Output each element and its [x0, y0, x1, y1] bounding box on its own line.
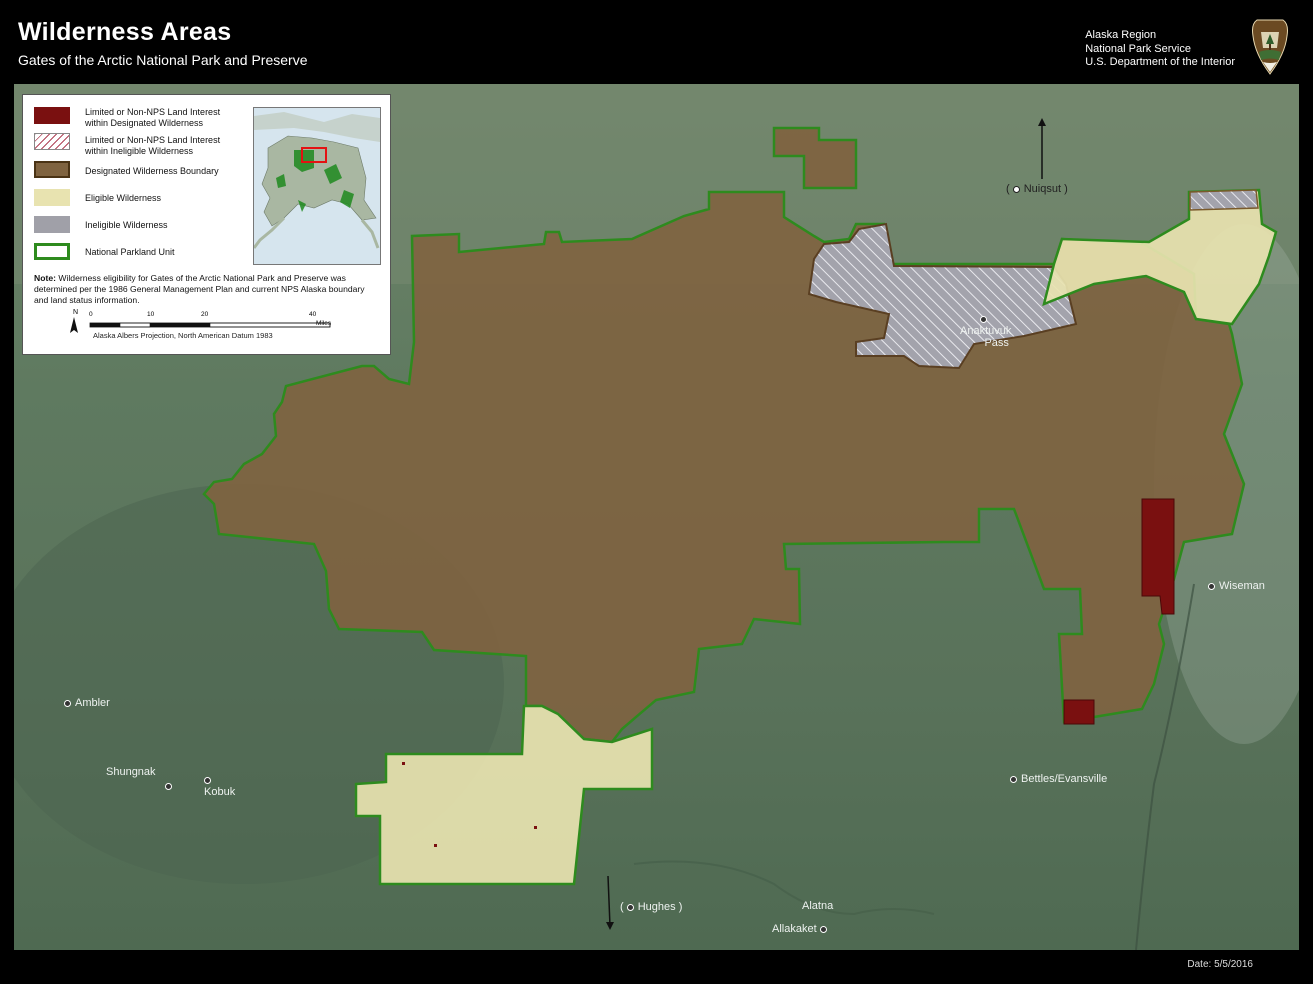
non-nps-land-speck: [434, 844, 437, 847]
agency-department: U.S. Department of the Interior: [1085, 56, 1235, 68]
legend-label-parkland: National Parkland Unit: [85, 247, 175, 257]
map-subtitle: Gates of the Arctic National Park and Pr…: [18, 52, 308, 68]
map-footer: Date: 5/5/2016: [8, 955, 1305, 976]
projection-note: Alaska Albers Projection, North American…: [93, 331, 273, 340]
place-anaktuvuk-label: Anaktuvuk: [960, 325, 1012, 337]
place-pass-label: Pass: [984, 337, 1009, 349]
scale-unit: Miles: [316, 320, 332, 327]
non-nps-land-south[interactable]: [1063, 699, 1095, 725]
legend-label-limited-designated: Limited or Non-NPS Land Interest within D…: [85, 107, 221, 128]
place-nuiqsut: ( Nuiqsut ): [1006, 183, 1068, 195]
scale-tick-20: 20: [201, 311, 209, 318]
legend-swatch-parkland: [34, 243, 70, 260]
place-wiseman: Wiseman: [1208, 580, 1265, 592]
place-shungnak-dot: [165, 780, 176, 792]
legend-swatch-limited-designated: [34, 107, 70, 124]
legend-swatch-ineligible: [34, 216, 70, 233]
legend-swatch-designated: [34, 161, 70, 178]
north-label: N: [73, 309, 79, 316]
legend-swatch-limited-ineligible: [34, 133, 70, 150]
ineligible-non-nps-northeast[interactable]: [1189, 189, 1259, 211]
place-ambler: Ambler: [64, 697, 110, 709]
scale-tick-10: 10: [147, 311, 155, 318]
locator-inset-map: [253, 107, 381, 265]
legend-label-ineligible: Ineligible Wilderness: [85, 220, 168, 230]
place-shungnak: Shungnak: [106, 766, 156, 778]
legend-note: Note: Wilderness eligibility for Gates o…: [34, 273, 365, 305]
map-header: Wilderness Areas Gates of the Arctic Nat…: [8, 8, 1305, 78]
place-anaktuvuk-pass: Anaktuvuk Pass: [960, 313, 1011, 349]
agency-service: National Park Service: [1085, 42, 1191, 55]
place-allakaket: Allakaket: [772, 923, 831, 935]
non-nps-land-speck: [534, 826, 537, 829]
map-date: Date: 5/5/2016: [1187, 959, 1253, 970]
place-hughes: ( Hughes ): [620, 901, 683, 913]
scale-tick-0: 0: [89, 311, 93, 318]
scale-tick-40: 40: [309, 311, 317, 318]
legend-panel: Limited or Non-NPS Land Interest within D…: [22, 94, 391, 355]
nps-arrowhead-icon: [1252, 19, 1288, 75]
legend-swatch-eligible: [34, 189, 70, 206]
legend-label-limited-ineligible: Limited or Non-NPS Land Interest within I…: [85, 135, 221, 156]
map-title: Wilderness Areas: [18, 18, 232, 46]
legend-label-designated: Designated Wilderness Boundary: [85, 166, 219, 176]
non-nps-land-speck: [402, 762, 405, 765]
agency-region: Alaska Region: [1085, 29, 1157, 41]
place-alatna: Alatna: [802, 900, 834, 912]
legend-label-eligible: Eligible Wilderness: [85, 193, 162, 203]
agency-block: Alaska Region National Park Service U.S.…: [1085, 29, 1235, 70]
place-bettles-evansville: Bettles/Evansville: [1010, 773, 1107, 785]
place-kobuk: Kobuk: [204, 774, 235, 798]
